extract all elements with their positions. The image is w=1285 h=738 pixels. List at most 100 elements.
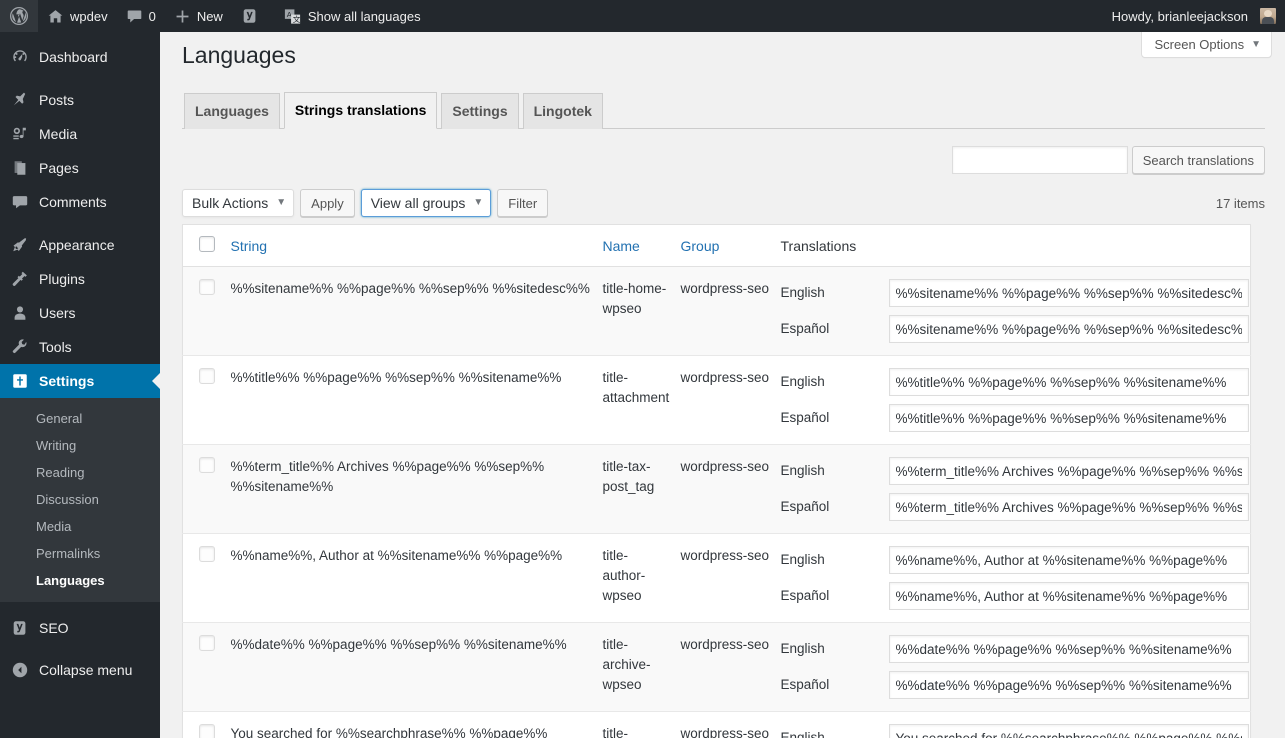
sidebar-item-plugins[interactable]: Plugins [0,262,160,296]
group-filter-select[interactable]: View all groups ▼ [361,189,492,217]
row-checkbox[interactable] [199,279,215,295]
submenu-item-media[interactable]: Media [0,513,160,540]
row-checkbox[interactable] [199,457,215,473]
search-input[interactable] [952,146,1128,174]
sidebar-item-appearance[interactable]: Appearance [0,228,160,262]
row-checkbox[interactable] [199,635,215,651]
translation-language-label: English [781,639,889,659]
translation-input[interactable] [889,635,1249,663]
my-account-menu[interactable]: Howdy, brianleejackson [1103,0,1285,32]
translation-input[interactable] [889,582,1249,610]
submenu-item-discussion[interactable]: Discussion [0,486,160,513]
table-nav-top: Bulk Actions ▼ Apply View all groups ▼ F… [182,188,1265,218]
sidebar-item-pages[interactable]: Pages [0,151,160,185]
sidebar-label: Settings [39,373,94,389]
sidebar-label: Tools [39,339,72,355]
site-name-menu[interactable]: wpdev [38,0,117,32]
translation-language-label: English [781,283,889,303]
group-filter-label: View all groups [371,195,466,211]
cell-string: %%sitename%% %%page%% %%sep%% %%sitedesc… [231,267,603,356]
sidebar-item-comments[interactable]: Comments [0,185,160,219]
submenu-item-writing[interactable]: Writing [0,432,160,459]
pin-icon [10,90,30,110]
sidebar-label: Appearance [39,237,115,253]
translation-language-label: Español [781,675,889,695]
bulk-actions-select[interactable]: Bulk Actions ▼ [182,189,294,217]
sidebar-item-seo[interactable]: SEO [0,611,160,645]
screen-options-button[interactable]: Screen Options ▼ [1141,32,1272,58]
submenu-item-permalinks[interactable]: Permalinks [0,540,160,567]
yoast-seo-icon [10,618,30,638]
show-all-languages-menu[interactable]: A文 Show all languages [274,0,430,32]
sidebar-item-settings[interactable]: Settings [0,364,160,398]
new-content-menu[interactable]: New [165,0,232,32]
cell-name: title-attachment [603,356,681,445]
submenu-item-languages[interactable]: Languages [0,567,160,594]
media-icon [10,124,30,144]
comments-menu[interactable]: 0 [117,0,165,32]
translation-input[interactable] [889,493,1249,521]
row-checkbox[interactable] [199,546,215,562]
translation-language-label: English [781,461,889,481]
cell-string: %%date%% %%page%% %%sep%% %%sitename%% [231,623,603,712]
translation-input[interactable] [889,546,1249,574]
translation-input[interactable] [889,671,1249,699]
submenu-item-reading[interactable]: Reading [0,459,160,486]
row-select-cell [183,534,231,623]
column-header-group[interactable]: Group [681,225,781,267]
admin-bar: wpdev 0 New A文 Show all languages Howdy,… [0,0,1285,32]
cell-group: wordpress-seo [681,534,781,623]
menu-separator [0,74,160,83]
filter-button[interactable]: Filter [497,189,548,217]
column-header-string-label[interactable]: String [231,238,268,254]
tab-strings-translations[interactable]: Strings translations [284,92,437,129]
appearance-icon [10,235,30,255]
dashboard-icon [10,47,30,67]
sidebar-item-users[interactable]: Users [0,296,160,330]
translation-input[interactable] [889,315,1249,343]
select-all-checkbox[interactable] [199,236,215,252]
apply-button[interactable]: Apply [300,189,355,217]
menu-separator [0,602,160,611]
cell-name: title-author-wpseo [603,534,681,623]
collapse-menu-button[interactable]: Collapse menu [0,653,160,687]
tab-settings[interactable]: Settings [441,93,518,129]
translation-input[interactable] [889,279,1249,307]
translation-input[interactable] [889,404,1249,432]
tab-languages[interactable]: Languages [184,93,280,129]
table-row: %%name%%, Author at %%sitename%% %%page%… [183,534,1251,623]
row-checkbox[interactable] [199,724,215,738]
column-header-string[interactable]: String [231,225,603,267]
items-count: 17 items [1216,196,1265,211]
row-select-cell [183,267,231,356]
sidebar-item-posts[interactable]: Posts [0,83,160,117]
translation-input[interactable] [889,457,1249,485]
settings-submenu: General Writing Reading Discussion Media… [0,398,160,602]
translation-language-label: Español [781,319,889,339]
page-title: Languages [182,32,1265,74]
sidebar-item-media[interactable]: Media [0,117,160,151]
column-header-name-label[interactable]: Name [603,238,640,254]
submenu-item-general[interactable]: General [0,405,160,432]
column-header-name[interactable]: Name [603,225,681,267]
sidebar-item-dashboard[interactable]: Dashboard [0,40,160,74]
translation-input[interactable] [889,368,1249,396]
pages-icon [10,158,30,178]
sidebar-label: SEO [39,620,69,636]
yoast-seo-menu[interactable] [232,0,274,32]
cell-string: %%title%% %%page%% %%sep%% %%sitename%% [231,356,603,445]
cell-string: %%term_title%% Archives %%page%% %%sep%%… [231,445,603,534]
cell-group: wordpress-seo [681,712,781,738]
translation-input[interactable] [889,724,1249,738]
admin-sidebar-menu: Dashboard Posts Media Pages Comments App… [0,32,160,738]
wp-logo-menu[interactable] [0,0,38,32]
howdy-label: Howdy, brianleejackson [1112,9,1248,24]
tab-lingotek[interactable]: Lingotek [523,93,603,129]
column-header-group-label[interactable]: Group [681,238,720,254]
sidebar-item-tools[interactable]: Tools [0,330,160,364]
row-checkbox[interactable] [199,368,215,384]
chevron-down-icon: ▼ [473,198,483,208]
cell-name: title-tax-post_tag [603,445,681,534]
column-header-translations-label: Translations [781,238,857,254]
search-translations-button[interactable]: Search translations [1132,146,1265,174]
